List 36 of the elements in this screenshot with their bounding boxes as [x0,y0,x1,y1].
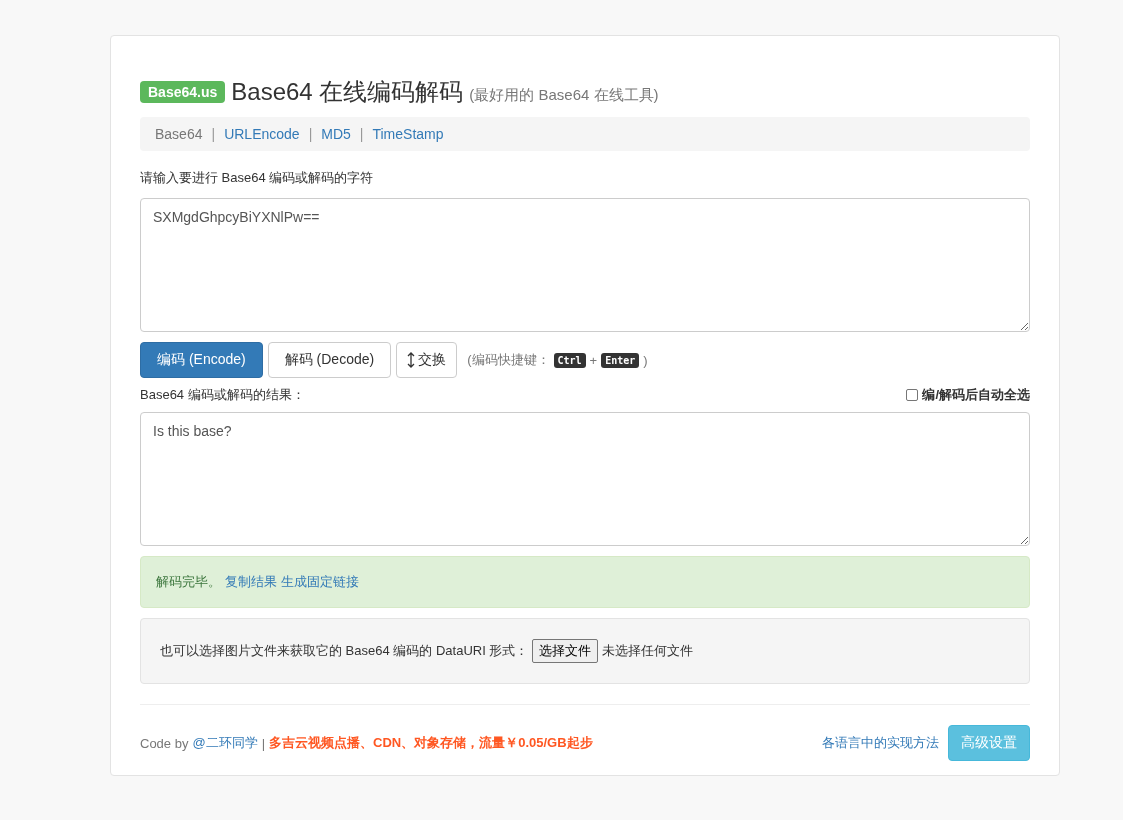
alert-message: 解码完毕。 [156,573,221,591]
output-textarea[interactable]: Is this base? [140,412,1030,546]
auto-select-checkbox[interactable]: 编/解码后自动全选 [906,386,1030,404]
input-label: 请输入要进行 Base64 编码或解码的字符 [140,169,375,187]
up-down-arrow-icon [407,352,416,368]
page-subtitle: (最好用的 Base64 在线工具) [469,86,659,105]
nav-link[interactable]: MD5 [321,126,351,142]
nav-separator: | [359,126,364,142]
keyboard-key: Ctrl [553,352,586,368]
alert-link[interactable]: 复制结果 [225,573,277,591]
input-textarea[interactable]: SXMgdGhpcyBiYXNlPw== [140,198,1030,332]
nav-separator: | [308,126,313,142]
file-status: 未选择任何文件 [602,642,694,660]
nav-link[interactable]: Base64 [155,126,203,142]
site-badge: Base64.us [140,81,226,103]
shortcut-hint-text: ) [643,352,648,368]
promo-link[interactable]: 多吉云视频点播、CDN、对象存储，流量￥0.05/GB起步 [269,734,593,752]
shortcut-hint-text: + [589,352,598,368]
page-title: Base64 在线编码解码 [231,77,464,107]
swap-button[interactable]: 交换 [396,342,458,378]
nav-separator: | [211,126,216,142]
encode-button[interactable]: 编码 (Encode) [140,342,263,378]
choose-file-button[interactable]: 选择文件 [532,639,599,663]
alert-link[interactable]: 生成固定链接 [281,573,359,591]
checkbox-icon[interactable] [906,389,919,401]
output-label: Base64 编码或解码的结果： [140,386,305,404]
nav-link[interactable]: TimeStamp [372,126,444,142]
shortcut-hint-text: (编码快捷键： [467,351,550,369]
nav-link[interactable]: URLEncode [224,126,300,142]
file-label: 也可以选择图片文件来获取它的 Base64 编码的 DataURI 形式： [160,642,529,660]
implementation-link[interactable]: 各语言中的实现方法 [822,734,939,752]
footer-separator: | [261,735,265,751]
author-link[interactable]: @二环同学 [192,734,258,752]
keyboard-key: Enter [601,352,640,368]
decode-button[interactable]: 解码 (Decode) [267,342,392,378]
credit-text: Code by [140,735,189,751]
